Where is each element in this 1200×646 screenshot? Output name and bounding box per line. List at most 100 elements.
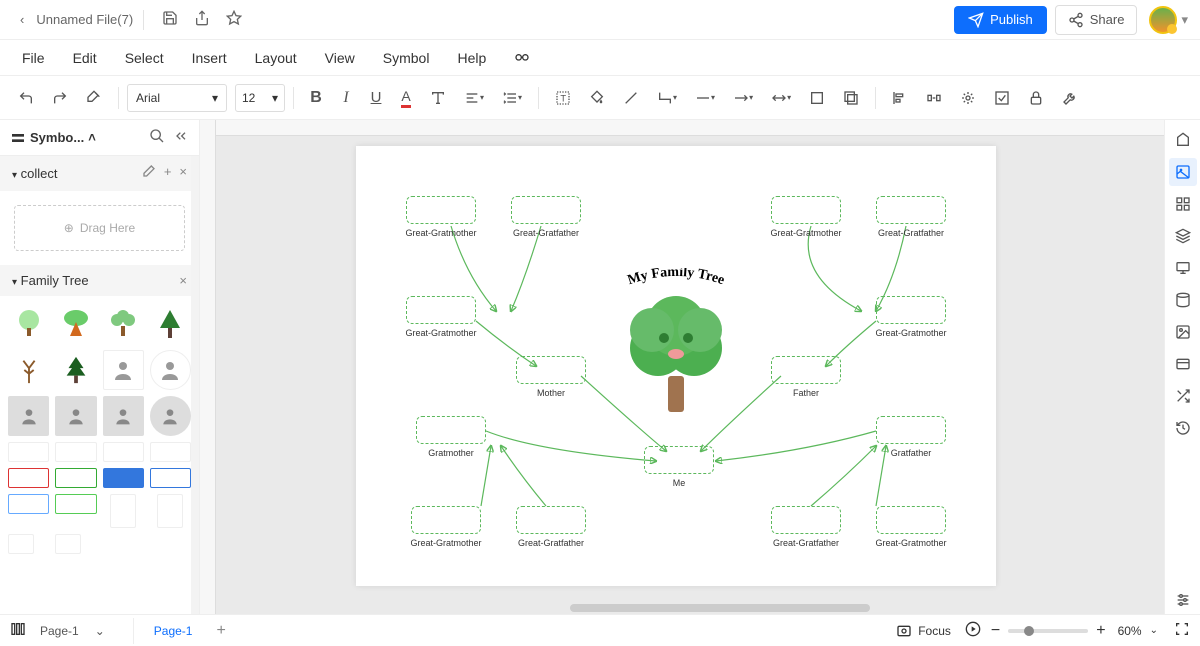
- arrow-style-button[interactable]: ▾: [763, 83, 799, 113]
- save-icon[interactable]: [156, 4, 184, 35]
- node-mother[interactable]: [516, 356, 586, 384]
- symbol-id-green[interactable]: [55, 468, 96, 488]
- file-name[interactable]: Unnamed File(7): [36, 12, 133, 27]
- symbol-id-red[interactable]: [8, 468, 49, 488]
- undo-button[interactable]: [10, 83, 42, 113]
- zoom-slider[interactable]: [1008, 629, 1088, 633]
- rail-settings-icon[interactable]: [1169, 586, 1197, 614]
- node-gratfather[interactable]: [876, 416, 946, 444]
- node-gm_l[interactable]: [406, 296, 476, 324]
- menu-insert[interactable]: Insert: [178, 46, 241, 70]
- menu-symbol[interactable]: Symbol: [369, 46, 444, 70]
- node-gm_r[interactable]: [876, 296, 946, 324]
- line-color-button[interactable]: [615, 83, 647, 113]
- symbol-id-tall2[interactable]: [157, 494, 183, 528]
- share-button[interactable]: Share: [1055, 5, 1138, 35]
- drag-here-zone[interactable]: ⊕ Drag Here: [14, 205, 185, 251]
- node-me[interactable]: [644, 446, 714, 474]
- symbol-tree-3[interactable]: [103, 304, 144, 344]
- bold-button[interactable]: B: [302, 83, 330, 113]
- avatar[interactable]: [1149, 6, 1177, 34]
- symbol-tree-2[interactable]: [55, 304, 96, 344]
- symbol-tree-1[interactable]: [8, 304, 49, 344]
- align-button[interactable]: ▾: [456, 83, 492, 113]
- check-button[interactable]: [986, 83, 1018, 113]
- zoom-value[interactable]: 60%: [1118, 624, 1142, 638]
- collapse-panel-icon[interactable]: [173, 128, 189, 147]
- symbol-tree-4[interactable]: [150, 304, 191, 344]
- add-icon[interactable]: +: [164, 164, 172, 183]
- rail-grid-icon[interactable]: [1169, 190, 1197, 218]
- node-father[interactable]: [771, 356, 841, 384]
- node-ggf4[interactable]: [771, 506, 841, 534]
- rail-data-icon[interactable]: [1169, 286, 1197, 314]
- font-family-select[interactable]: Arial▾: [127, 84, 227, 112]
- menu-glasses-icon[interactable]: [500, 44, 544, 71]
- close-icon[interactable]: ×: [179, 273, 187, 288]
- rail-properties-icon[interactable]: [1169, 158, 1197, 186]
- group-button[interactable]: [952, 83, 984, 113]
- node-ggf2[interactable]: [876, 196, 946, 224]
- tools-button[interactable]: [1054, 83, 1086, 113]
- line-spacing-button[interactable]: ▾: [494, 83, 530, 113]
- close-icon[interactable]: ×: [179, 164, 187, 183]
- menu-layout[interactable]: Layout: [241, 46, 311, 70]
- add-page-button[interactable]: +: [208, 618, 233, 644]
- menu-edit[interactable]: Edit: [59, 46, 111, 70]
- page-canvas[interactable]: My Family Tree Great-GratmotherGreat-Gra…: [356, 146, 996, 586]
- node-gratmother[interactable]: [416, 416, 486, 444]
- section-collect-header[interactable]: ▾ collect + ×: [0, 156, 199, 191]
- symbol-id-lightgreen[interactable]: [55, 494, 96, 514]
- fill-button[interactable]: [581, 83, 613, 113]
- symbol-id-tall1[interactable]: [110, 494, 136, 528]
- symbol-card-3[interactable]: [103, 396, 144, 436]
- export-icon[interactable]: [188, 4, 216, 35]
- symbol-id-small2[interactable]: [55, 534, 81, 554]
- redo-button[interactable]: [44, 83, 76, 113]
- play-icon[interactable]: [965, 621, 981, 640]
- symbol-id-4[interactable]: [150, 442, 191, 462]
- connector-style-button[interactable]: ▾: [649, 83, 685, 113]
- symbol-person-square[interactable]: [103, 350, 144, 390]
- node-ggm1[interactable]: [406, 196, 476, 224]
- symbol-card-2[interactable]: [55, 396, 96, 436]
- symbol-id-small1[interactable]: [8, 534, 34, 554]
- underline-button[interactable]: U: [362, 83, 390, 113]
- symbol-id-1[interactable]: [8, 442, 49, 462]
- symbol-id-3[interactable]: [103, 442, 144, 462]
- left-panel-title[interactable]: Symbo... ˄: [10, 130, 96, 146]
- avatar-menu-caret[interactable]: ▾: [1181, 12, 1188, 28]
- left-panel-scrollbar[interactable]: [191, 156, 199, 614]
- edit-icon[interactable]: [140, 164, 156, 183]
- page-select[interactable]: Page-1⌄: [32, 620, 113, 642]
- font-size-select[interactable]: 12▾: [235, 84, 285, 112]
- search-icon[interactable]: [149, 128, 165, 147]
- menu-select[interactable]: Select: [111, 46, 178, 70]
- lock-button[interactable]: [1020, 83, 1052, 113]
- rail-present-icon[interactable]: [1169, 254, 1197, 282]
- node-ggf3[interactable]: [516, 506, 586, 534]
- symbol-bare-tree[interactable]: [8, 350, 49, 390]
- symbol-person-circle[interactable]: [150, 350, 191, 390]
- rail-shuffle-icon[interactable]: [1169, 382, 1197, 410]
- publish-button[interactable]: Publish: [954, 6, 1047, 34]
- menu-help[interactable]: Help: [443, 46, 500, 70]
- node-ggm4[interactable]: [876, 506, 946, 534]
- zoom-out-button[interactable]: −: [991, 622, 1000, 640]
- page-tab-1[interactable]: Page-1: [146, 620, 201, 642]
- rail-layers-icon[interactable]: [1169, 222, 1197, 250]
- line-weight-button[interactable]: ▾: [687, 83, 723, 113]
- canvas-scrollbar-h[interactable]: [216, 602, 1164, 614]
- symbol-card-4[interactable]: [150, 396, 191, 436]
- format-painter-button[interactable]: [78, 83, 110, 113]
- focus-toggle[interactable]: Focus: [896, 623, 951, 639]
- rail-image-icon[interactable]: [1169, 318, 1197, 346]
- symbol-id-lightblue[interactable]: [8, 494, 49, 514]
- symbol-card-1[interactable]: [8, 396, 49, 436]
- rail-style-icon[interactable]: [1169, 126, 1197, 154]
- text-tool-button[interactable]: T: [547, 83, 579, 113]
- star-icon[interactable]: [220, 4, 248, 35]
- text-highlight-button[interactable]: [422, 83, 454, 113]
- fullscreen-icon[interactable]: [1174, 621, 1190, 640]
- line-dash-button[interactable]: ▾: [725, 83, 761, 113]
